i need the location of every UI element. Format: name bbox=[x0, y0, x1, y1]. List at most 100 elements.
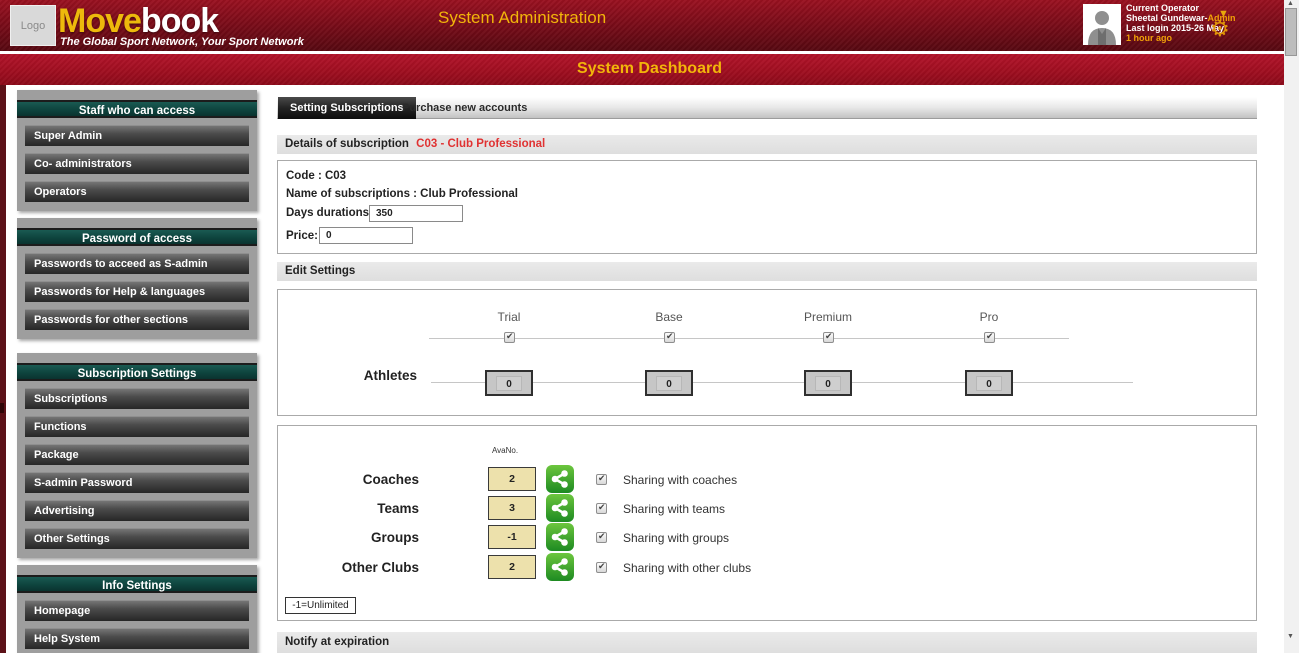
scrollbar-up-icon[interactable]: ▲ bbox=[1287, 0, 1294, 7]
sidebar-section-passwords: Password of access Passwords to acceed a… bbox=[17, 218, 257, 339]
plans-top-line bbox=[429, 338, 1069, 339]
sidebar-item-other-settings[interactable]: Other Settings bbox=[25, 528, 249, 549]
sidebar-item-functions[interactable]: Functions bbox=[25, 416, 249, 437]
sidebar-item-advertising[interactable]: Advertising bbox=[25, 500, 249, 521]
sidebar-item-super-admin[interactable]: Super Admin bbox=[25, 125, 249, 146]
plans-athletes-line bbox=[431, 382, 1133, 383]
dashboard-bar: System Dashboard bbox=[0, 54, 1299, 85]
sidebar-item-passwords-other[interactable]: Passwords for other sections bbox=[25, 309, 249, 330]
share-coaches-icon[interactable] bbox=[546, 465, 574, 493]
coaches-label: Coaches bbox=[362, 472, 419, 487]
tab-bar: Setting Subscriptions Purchase new accou… bbox=[277, 97, 1257, 119]
sharing-teams-label: Sharing with teams bbox=[623, 502, 726, 516]
sharing-groups-label: Sharing with groups bbox=[623, 531, 730, 545]
brand-tagline: The Global Sport Network, Your Sport Net… bbox=[60, 36, 304, 48]
details-header-bar: Details of subscription C03 - Club Profe… bbox=[277, 135, 1257, 154]
sharing-teams-checkbox[interactable] bbox=[596, 502, 607, 514]
top-header: Logo Movebook The Global Sport Network, … bbox=[0, 0, 1299, 51]
sidebar-item-help-system[interactable]: Help System bbox=[25, 628, 249, 649]
name-line: Name of subscriptions : Club Professiona… bbox=[286, 188, 518, 200]
sidebar-item-subscriptions[interactable]: Subscriptions bbox=[25, 388, 249, 409]
plan-base-checkbox[interactable] bbox=[664, 331, 675, 343]
code-line: Code : C03 bbox=[286, 170, 347, 182]
operator-avatar[interactable] bbox=[1083, 4, 1121, 45]
left-strip-notch bbox=[0, 403, 4, 413]
details-header-value[interactable]: C03 - Club Professional bbox=[416, 138, 545, 150]
sidebar-item-passwords-sadmin[interactable]: Passwords to acceed as S-admin bbox=[25, 253, 249, 274]
plans-panel: Trial Base Premium Pro Athletes 0 0 0 0 bbox=[277, 289, 1257, 416]
share-teams-icon[interactable] bbox=[546, 494, 574, 522]
gear-icon[interactable]: ⚙ bbox=[1210, 18, 1230, 40]
athletes-trial-value: 0 bbox=[496, 375, 522, 391]
sidebar-item-operators[interactable]: Operators bbox=[25, 181, 249, 202]
edit-settings-bar: Edit Settings bbox=[277, 262, 1257, 281]
athletes-pro-field[interactable]: 0 bbox=[965, 370, 1013, 396]
sharing-coaches-checkbox[interactable] bbox=[596, 473, 607, 485]
groups-input[interactable] bbox=[488, 525, 536, 549]
header-separator bbox=[0, 51, 1299, 54]
main-content: Setting Subscriptions Purchase new accou… bbox=[277, 97, 1257, 653]
sharing-other-clubs-checkbox[interactable] bbox=[596, 561, 607, 573]
teams-input[interactable] bbox=[488, 496, 536, 520]
avano-label: AvaNo. bbox=[491, 446, 519, 455]
vertical-scrollbar[interactable]: ▲ ▼ bbox=[1284, 0, 1299, 653]
sidebar: Staff who can access Super Admin Co- adm… bbox=[17, 90, 257, 653]
groups-label: Groups bbox=[370, 530, 419, 545]
athletes-premium-field[interactable]: 0 bbox=[804, 370, 852, 396]
share-other-clubs-icon[interactable] bbox=[546, 553, 574, 581]
notify-expiration-bar: Notify at expiration bbox=[277, 632, 1257, 653]
brand-part2: book bbox=[140, 2, 219, 40]
athletes-pro-value: 0 bbox=[976, 375, 1002, 391]
plan-column-premium: Premium bbox=[803, 310, 853, 324]
page-title: System Dashboard bbox=[577, 60, 722, 77]
days-durations-input[interactable] bbox=[369, 205, 463, 222]
plan-column-base: Base bbox=[655, 310, 683, 324]
athletes-base-value: 0 bbox=[656, 375, 682, 391]
plan-trial-checkbox[interactable] bbox=[504, 331, 515, 343]
screen: Logo Movebook The Global Sport Network, … bbox=[0, 0, 1299, 653]
logo-label: Logo bbox=[20, 19, 46, 32]
days-label: Days durations: bbox=[286, 207, 373, 219]
section-title-info: Info Settings bbox=[17, 575, 257, 593]
sidebar-section-staff: Staff who can access Super Admin Co- adm… bbox=[17, 90, 257, 211]
sharing-other-clubs-label: Sharing with other clubs bbox=[623, 561, 752, 575]
share-groups-icon[interactable] bbox=[546, 523, 574, 551]
scrollbar-down-icon[interactable]: ▼ bbox=[1287, 633, 1294, 640]
athletes-premium-value: 0 bbox=[815, 375, 841, 391]
teams-label: Teams bbox=[377, 501, 419, 516]
section-title-staff: Staff who can access bbox=[17, 100, 257, 118]
logo-placeholder: Logo bbox=[10, 5, 56, 46]
resources-panel: AvaNo. Coaches Sharing with coaches Team… bbox=[277, 425, 1257, 621]
details-header-label: Details of subscription bbox=[285, 138, 409, 150]
section-title-subscription: Subscription Settings bbox=[17, 363, 257, 381]
coaches-input[interactable] bbox=[488, 467, 536, 491]
sharing-groups-checkbox[interactable] bbox=[596, 531, 607, 543]
sidebar-item-co-administrators[interactable]: Co- administrators bbox=[25, 153, 249, 174]
plan-pro-checkbox[interactable] bbox=[984, 331, 995, 343]
athletes-label: Athletes bbox=[363, 368, 417, 383]
tab-purchase-new-accounts[interactable]: Purchase new accounts bbox=[390, 97, 539, 119]
sidebar-item-homepage[interactable]: Homepage bbox=[25, 600, 249, 621]
sidebar-item-sadmin-password[interactable]: S-admin Password bbox=[25, 472, 249, 493]
other-clubs-label: Other Clubs bbox=[341, 560, 419, 575]
brand-part1: Move bbox=[58, 2, 142, 40]
plan-premium-checkbox[interactable] bbox=[823, 331, 834, 343]
athletes-base-field[interactable]: 0 bbox=[645, 370, 693, 396]
plan-column-pro: Pro bbox=[979, 310, 999, 324]
other-clubs-input[interactable] bbox=[488, 555, 536, 579]
operator-name: Sheetal Gundewar- bbox=[1126, 13, 1208, 23]
price-label: Price: bbox=[286, 230, 318, 242]
sidebar-item-passwords-help[interactable]: Passwords for Help & languages bbox=[25, 281, 249, 302]
sharing-coaches-label: Sharing with coaches bbox=[623, 473, 738, 487]
price-input[interactable] bbox=[319, 227, 413, 244]
section-title-passwords: Password of access bbox=[17, 228, 257, 246]
scrollbar-thumb[interactable] bbox=[1285, 8, 1297, 56]
left-edge-strip bbox=[0, 85, 6, 653]
unlimited-note: -1=Unlimited bbox=[285, 597, 356, 614]
sidebar-section-info: Info Settings Homepage Help System bbox=[17, 565, 257, 653]
plan-column-trial: Trial bbox=[497, 310, 521, 324]
sidebar-section-subscription: Subscription Settings Subscriptions Func… bbox=[17, 353, 257, 558]
athletes-trial-field[interactable]: 0 bbox=[485, 370, 533, 396]
avatar-silhouette-icon bbox=[1083, 4, 1121, 45]
sidebar-item-package[interactable]: Package bbox=[25, 444, 249, 465]
